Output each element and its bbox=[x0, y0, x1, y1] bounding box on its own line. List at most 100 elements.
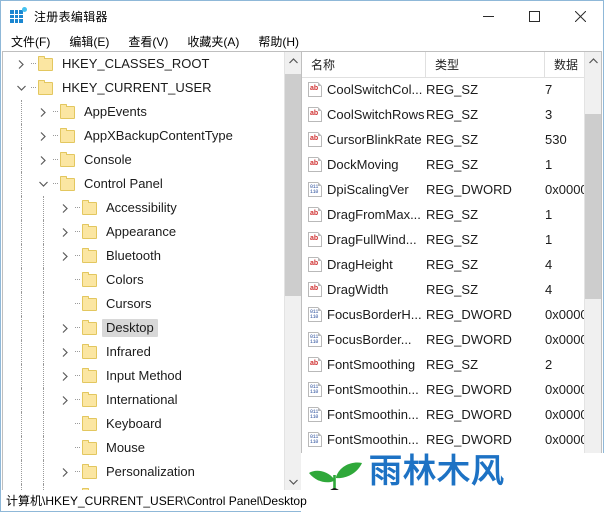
chevron-down-icon[interactable] bbox=[13, 76, 29, 100]
value-name: CoolSwitchCol... bbox=[327, 82, 423, 97]
chevron-right-icon[interactable] bbox=[57, 364, 73, 388]
table-row[interactable]: ab CoolSwitchCol... REG_SZ 7 bbox=[302, 77, 585, 102]
chevron-down-icon[interactable] bbox=[285, 473, 301, 490]
value-data: 530 bbox=[545, 132, 567, 147]
string-value-icon: ab bbox=[308, 207, 322, 222]
chevron-down-icon[interactable] bbox=[35, 172, 51, 196]
tree-item-console[interactable]: Console bbox=[3, 148, 285, 172]
tree-scrollbar-thumb[interactable] bbox=[285, 74, 301, 296]
chevron-right-icon[interactable] bbox=[57, 316, 73, 340]
tree-item-mouse[interactable]: Mouse bbox=[3, 436, 285, 460]
value-name: FocusBorder... bbox=[327, 332, 412, 347]
table-row[interactable]: ab DragFromMax... REG_SZ 1 bbox=[302, 202, 585, 227]
chevron-right-icon[interactable] bbox=[57, 196, 73, 220]
tree-item-keyboard[interactable]: Keyboard bbox=[3, 412, 285, 436]
value-data: 4 bbox=[545, 257, 553, 272]
menu-help[interactable]: 帮助(H) bbox=[258, 33, 299, 50]
chevron-right-icon[interactable] bbox=[35, 148, 51, 172]
chevron-right-icon[interactable] bbox=[57, 244, 73, 268]
table-row[interactable]: 011 110 FontSmoothin... REG_DWORD 0x0000 bbox=[302, 427, 585, 452]
tree-item-appevents[interactable]: AppEvents bbox=[3, 100, 285, 124]
chevron-up-icon[interactable] bbox=[285, 52, 301, 69]
table-row[interactable]: 011 110 DpiScalingVer REG_DWORD 0x0000 bbox=[302, 177, 585, 202]
chevron-right-icon[interactable] bbox=[57, 340, 73, 364]
tree-guide-line bbox=[43, 436, 44, 460]
list-vertical-scrollbar[interactable] bbox=[584, 52, 601, 490]
table-row[interactable]: ab DragFullWind... REG_SZ 1 bbox=[302, 227, 585, 252]
tree-item-control-panel[interactable]: Control Panel bbox=[3, 172, 285, 196]
tree-item-label: HKEY_CLASSES_ROOT bbox=[62, 56, 210, 71]
tree-item-infrared[interactable]: Infrared bbox=[3, 340, 285, 364]
tree-connector bbox=[73, 412, 82, 436]
close-button[interactable] bbox=[557, 1, 603, 31]
minimize-button[interactable] bbox=[465, 1, 511, 31]
folder-icon bbox=[60, 175, 75, 191]
menu-file[interactable]: 文件(F) bbox=[11, 33, 50, 50]
watermark-brand: 雨林木风 bbox=[369, 453, 505, 490]
table-row[interactable]: ab DockMoving REG_SZ 1 bbox=[302, 152, 585, 177]
tree-item-accessibility[interactable]: Accessibility bbox=[3, 196, 285, 220]
tree-connector bbox=[73, 244, 82, 268]
tree-connector bbox=[73, 364, 82, 388]
menu-favorites[interactable]: 收藏夹(A) bbox=[187, 33, 239, 50]
chevron-right-icon[interactable] bbox=[57, 220, 73, 244]
table-row[interactable]: ab FontSmoothing REG_SZ 2 bbox=[302, 352, 585, 377]
table-row[interactable]: 011 110 FontSmoothin... REG_DWORD 0x0000 bbox=[302, 402, 585, 427]
tree-item-appxbackupcontenttype[interactable]: AppXBackupContentType bbox=[3, 124, 285, 148]
dword-value-icon: 011110 bbox=[308, 407, 322, 422]
table-row[interactable]: ab DragWidth REG_SZ 4 bbox=[302, 277, 585, 302]
tree-guide-line bbox=[21, 412, 22, 436]
registry-values-list[interactable]: ab CoolSwitchCol... REG_SZ 7 ab CoolSwitchRow… bbox=[302, 77, 585, 473]
value-name: DockMoving bbox=[327, 157, 399, 172]
chevron-right-icon[interactable] bbox=[13, 52, 29, 76]
tree-connector bbox=[51, 100, 60, 124]
dword-value-icon: 011110 bbox=[308, 182, 322, 197]
tree-guide-line bbox=[43, 388, 44, 412]
tree-item-appearance[interactable]: Appearance bbox=[3, 220, 285, 244]
menu-view[interactable]: 查看(V) bbox=[128, 33, 168, 50]
window-controls bbox=[465, 1, 603, 31]
maximize-button[interactable] bbox=[511, 1, 557, 31]
tree-item-desktop[interactable]: Desktop bbox=[3, 316, 285, 340]
tree-item-personalization[interactable]: Personalization bbox=[3, 460, 285, 484]
column-header-type[interactable]: 类型 bbox=[426, 52, 545, 77]
tree-item-input-method[interactable]: Input Method bbox=[3, 364, 285, 388]
tree-item-hkey-classes-root[interactable]: HKEY_CLASSES_ROOT bbox=[3, 52, 285, 76]
tree-leaf-spacer bbox=[57, 268, 73, 292]
table-row[interactable]: ab CoolSwitchRows REG_SZ 3 bbox=[302, 102, 585, 127]
table-row[interactable]: 011 110 FocusBorderH... REG_DWORD 0x0000 bbox=[302, 302, 585, 327]
chevron-right-icon[interactable] bbox=[35, 100, 51, 124]
chevron-right-icon[interactable] bbox=[57, 460, 73, 484]
tree-connector bbox=[73, 388, 82, 412]
tree-item-international[interactable]: International bbox=[3, 388, 285, 412]
value-type: REG_SZ bbox=[426, 157, 479, 172]
string-value-icon: ab bbox=[308, 107, 322, 122]
tree-item-bluetooth[interactable]: Bluetooth bbox=[3, 244, 285, 268]
folder-icon bbox=[82, 223, 97, 239]
chevron-up-icon[interactable] bbox=[585, 52, 601, 69]
value-type: REG_SZ bbox=[426, 232, 479, 247]
chevron-right-icon[interactable] bbox=[35, 124, 51, 148]
tree-item-cursors[interactable]: Cursors bbox=[3, 292, 285, 316]
tree-item-hkey-current-user[interactable]: HKEY_CURRENT_USER bbox=[3, 76, 285, 100]
table-row[interactable]: 011 110 FocusBorder... REG_DWORD 0x0000 bbox=[302, 327, 585, 352]
tree-guide-line bbox=[43, 268, 44, 292]
string-value-icon: ab bbox=[308, 132, 322, 147]
chevron-right-icon[interactable] bbox=[57, 388, 73, 412]
list-scrollbar-thumb[interactable] bbox=[585, 114, 601, 299]
table-row[interactable]: ab DragHeight REG_SZ 4 bbox=[302, 252, 585, 277]
menu-bar: 文件(F) 编辑(E) 查看(V) 收藏夹(A) 帮助(H) bbox=[1, 31, 603, 51]
value-type: REG_SZ bbox=[426, 132, 479, 147]
column-header-name[interactable]: 名称 bbox=[302, 52, 426, 77]
tree-vertical-scrollbar[interactable] bbox=[284, 52, 301, 490]
menu-edit[interactable]: 编辑(E) bbox=[69, 33, 109, 50]
registry-tree[interactable]: HKEY_CLASSES_ROOT HKEY_CURRENT_USER AppEve… bbox=[3, 52, 285, 490]
value-type: REG_SZ bbox=[426, 357, 479, 372]
tree-item-label: Accessibility bbox=[106, 200, 177, 215]
column-header-data[interactable]: 数据 bbox=[545, 52, 585, 77]
table-row[interactable]: ab CursorBlinkRate REG_SZ 530 bbox=[302, 127, 585, 152]
tree-item-colors[interactable]: Colors bbox=[3, 268, 285, 292]
value-name: DragFromMax... bbox=[327, 207, 421, 222]
value-data: 7 bbox=[545, 82, 553, 97]
table-row[interactable]: 011 110 FontSmoothin... REG_DWORD 0x0000 bbox=[302, 377, 585, 402]
